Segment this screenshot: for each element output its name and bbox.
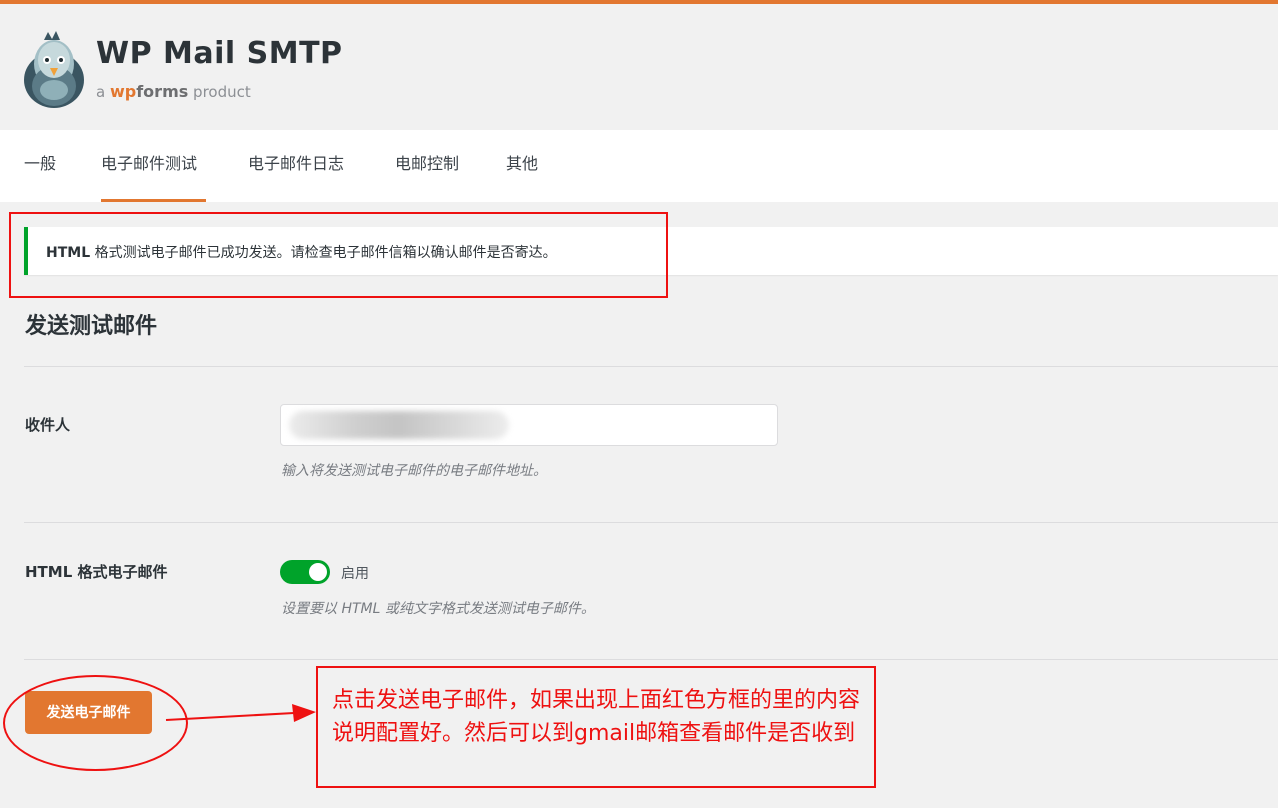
- wpforms-wp: wp: [109, 82, 137, 101]
- tab-email-test[interactable]: 电子邮件测试: [101, 130, 206, 202]
- html-format-toggle[interactable]: [280, 560, 330, 584]
- recipient-label: 收件人: [25, 416, 71, 434]
- redacted-email: [289, 411, 509, 439]
- settings-tabs: 一般 电子邮件测试 电子邮件日志 电邮控制 其他: [0, 130, 1278, 202]
- brand-sub-suffix: product: [193, 83, 251, 101]
- brand-subtitle: a wpforms product: [96, 82, 251, 101]
- recipient-email-input[interactable]: [280, 404, 778, 446]
- tab-email-controls[interactable]: 电邮控制: [395, 130, 459, 202]
- section-title: 发送测试邮件: [25, 314, 158, 339]
- annotation-note-text: 点击发送电子邮件，如果出现上面红色方框的里的内容说明配置好。然后可以到gmail…: [332, 688, 861, 746]
- tab-general[interactable]: 一般: [24, 130, 56, 202]
- toggle-status-label: 启用: [341, 566, 369, 582]
- toggle-knob: [309, 563, 327, 581]
- annotation-highlight-notice: [9, 212, 668, 298]
- annotation-arrow-icon: [165, 704, 316, 722]
- html-format-label: HTML 格式电子邮件: [25, 563, 168, 581]
- brand-title: WP Mail SMTP: [96, 36, 343, 71]
- divider: [24, 659, 1278, 660]
- wpforms-forms: forms: [136, 82, 189, 101]
- tab-misc[interactable]: 其他: [506, 130, 538, 202]
- recipient-help-text: 输入将发送测试电子邮件的电子邮件地址。: [281, 463, 547, 479]
- brand-sub-prefix: a: [96, 83, 106, 101]
- annotation-note-box: 点击发送电子邮件，如果出现上面红色方框的里的内容说明配置好。然后可以到gmail…: [316, 666, 876, 788]
- divider: [24, 366, 1278, 367]
- tab-email-log[interactable]: 电子邮件日志: [248, 130, 344, 202]
- plugin-header: WP Mail SMTP a wpforms product: [0, 4, 1278, 130]
- html-format-help-text: 设置要以 HTML 或纯文字格式发送测试电子邮件。: [281, 601, 595, 617]
- pigeon-logo-icon: [24, 31, 84, 108]
- divider: [24, 522, 1278, 523]
